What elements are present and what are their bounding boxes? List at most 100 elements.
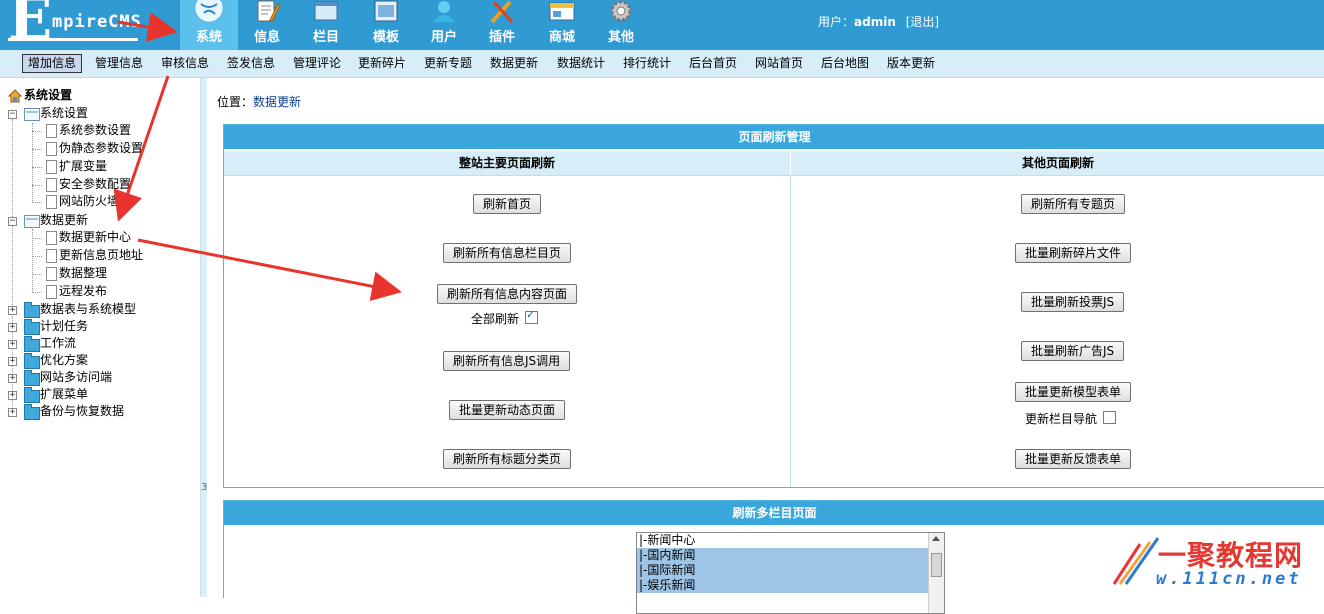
page-icon [46, 231, 57, 245]
tree-group-scheduled-tasks[interactable]: + 计划任务 [8, 318, 198, 335]
batch-update-feedback-forms-button[interactable]: 批量更新反馈表单 [1015, 449, 1132, 469]
expand-icon[interactable]: + [8, 408, 17, 417]
top-header: E mpireCMS 系统 信息 栏目 模板 用户 插件 商城 其他 用户：ad… [0, 0, 1324, 50]
scroll-thumb[interactable] [931, 553, 942, 577]
subnav-site-home[interactable]: 网站首页 [755, 55, 803, 72]
breadcrumb-link[interactable]: 数据更新 [253, 95, 301, 109]
subnav-review-info[interactable]: 审核信息 [161, 55, 209, 72]
page-icon [46, 160, 57, 174]
refresh-title-category-button[interactable]: 刷新所有标题分类页 [443, 449, 572, 469]
list-option-selected[interactable]: |-娱乐新闻 [637, 578, 929, 593]
nav-plugin[interactable]: 插件 [473, 0, 531, 50]
tree-group-multi-access[interactable]: + 网站多访问端 [8, 369, 198, 386]
nav-label: 用户 [430, 30, 457, 45]
tree-group-data-tables[interactable]: + 数据表与系统模型 [8, 301, 198, 318]
collapse-icon[interactable]: − [8, 217, 17, 226]
nav-template[interactable]: 模板 [357, 0, 415, 50]
nav-label: 模板 [372, 30, 399, 45]
nav-label: 插件 [488, 30, 515, 45]
folder-icon [24, 336, 40, 352]
page-icon [46, 195, 57, 209]
nav-store[interactable]: 商城 [533, 0, 591, 50]
tree-item-label: 网站防火墙 [59, 194, 120, 208]
nav-user[interactable]: 用户 [415, 0, 473, 50]
tree-group-data-update[interactable]: − 数据更新 [8, 212, 198, 229]
globe-icon [195, 0, 223, 22]
sidebar-tree: 系统设置 − 系统设置 系统参数设置 伪静态参数设置 扩展变量 安全参数配置 网… [0, 78, 200, 597]
expand-icon[interactable]: + [8, 357, 17, 366]
nav-label: 系统 [195, 30, 222, 45]
list-scrollbar[interactable] [928, 533, 944, 613]
subnav-sign-info[interactable]: 签发信息 [227, 55, 275, 72]
nav-system[interactable]: 系统 [180, 0, 238, 50]
batch-refresh-fragments-button[interactable]: 批量刷新碎片文件 [1015, 243, 1132, 263]
update-column-nav-checkbox[interactable] [1103, 411, 1117, 424]
tree-group-extend-menu[interactable]: + 扩展菜单 [8, 386, 198, 403]
tree-item-label: 更新信息页地址 [59, 248, 144, 262]
tree-line [32, 167, 42, 168]
batch-update-dynamic-button[interactable]: 批量更新动态页面 [449, 400, 566, 420]
watermark-url: w.111cn.net [1156, 569, 1302, 589]
refresh-all-content-button[interactable]: 刷新所有信息内容页面 [437, 284, 578, 304]
subnav-admin-home[interactable]: 后台首页 [689, 55, 737, 72]
nav-label: 其他 [607, 30, 634, 45]
tree-root[interactable]: 系统设置 [8, 87, 72, 104]
subnav-admin-map[interactable]: 后台地图 [821, 55, 869, 72]
column-list-box[interactable]: |-新闻中心 |-国内新闻 |-国际新闻 |-娱乐新闻 [636, 532, 945, 614]
nav-other[interactable]: 其他 [592, 0, 650, 50]
refresh-all-js-button[interactable]: 刷新所有信息JS调用 [443, 351, 571, 371]
batch-refresh-vote-js-button[interactable]: 批量刷新投票JS [1021, 292, 1125, 312]
nav-column[interactable]: 栏目 [297, 0, 355, 50]
folder-icon [24, 387, 40, 403]
subnav-update-fragments[interactable]: 更新碎片 [358, 55, 406, 72]
batch-refresh-ad-js-button[interactable]: 批量刷新广告JS [1021, 341, 1125, 361]
subnav-version-update[interactable]: 版本更新 [887, 55, 935, 72]
expand-icon[interactable]: + [8, 340, 17, 349]
page-icon [46, 142, 57, 156]
tree-group-label: 优化方案 [40, 353, 89, 367]
expand-icon[interactable]: + [8, 323, 17, 332]
refresh-all-checkbox[interactable] [525, 308, 539, 324]
list-option-selected[interactable]: |-国际新闻 [637, 563, 929, 578]
subnav-data-stats[interactable]: 数据统计 [557, 55, 605, 72]
open-folder-icon [24, 108, 40, 121]
window-icon [314, 1, 338, 21]
nav-info[interactable]: 信息 [238, 0, 296, 50]
tree-item-label: 安全参数配置 [59, 177, 132, 191]
logo-underline [8, 38, 138, 41]
tree-group-workflow[interactable]: + 工作流 [8, 335, 198, 352]
subnav-add-info[interactable]: 增加信息 [22, 54, 83, 73]
list-option[interactable]: |-新闻中心 [637, 533, 944, 548]
sidebar-splitter[interactable]: 3 [200, 78, 207, 597]
tree-group-optimization[interactable]: + 优化方案 [8, 352, 198, 369]
logout-link[interactable]: [退出] [906, 15, 939, 29]
column-head-right: 其他页面刷新 [791, 151, 1324, 175]
subnav-update-topics[interactable]: 更新专题 [424, 55, 472, 72]
open-folder-icon [24, 215, 40, 228]
collapse-icon[interactable]: − [8, 110, 17, 119]
tree-group-backup[interactable]: + 备份与恢复数据 [8, 403, 198, 420]
refresh-all-option[interactable]: 全部刷新 [471, 308, 539, 327]
home-icon [8, 89, 22, 103]
scroll-up-icon[interactable] [932, 536, 940, 541]
tree-item-label: 系统参数设置 [59, 123, 132, 137]
username[interactable]: admin [854, 15, 896, 29]
batch-update-model-forms-button[interactable]: 批量更新模型表单 [1015, 382, 1132, 402]
page-icon [46, 249, 57, 263]
tree-group-label: 网站多访问端 [40, 370, 113, 384]
tree-group-system-settings[interactable]: − 系统设置 [8, 105, 198, 122]
refresh-all-columns-button[interactable]: 刷新所有信息栏目页 [443, 243, 572, 263]
expand-icon[interactable]: + [8, 374, 17, 383]
refresh-home-button[interactable]: 刷新首页 [473, 194, 542, 214]
subnav-data-update[interactable]: 数据更新 [490, 55, 538, 72]
subnav-manage-info[interactable]: 管理信息 [95, 55, 143, 72]
subnav-ranking-stats[interactable]: 排行统计 [623, 55, 671, 72]
refresh-all-topics-button[interactable]: 刷新所有专题页 [1021, 194, 1126, 214]
subnav-manage-comments[interactable]: 管理评论 [293, 55, 341, 72]
expand-icon[interactable]: + [8, 306, 17, 315]
update-column-nav-option[interactable]: 更新栏目导航 [1025, 410, 1117, 427]
expand-icon[interactable]: + [8, 391, 17, 400]
list-option-selected[interactable]: |-国内新闻 [637, 548, 929, 563]
splitter-mark: 3 [201, 482, 208, 493]
empirecms-logo[interactable]: E mpireCMS [8, 0, 168, 48]
